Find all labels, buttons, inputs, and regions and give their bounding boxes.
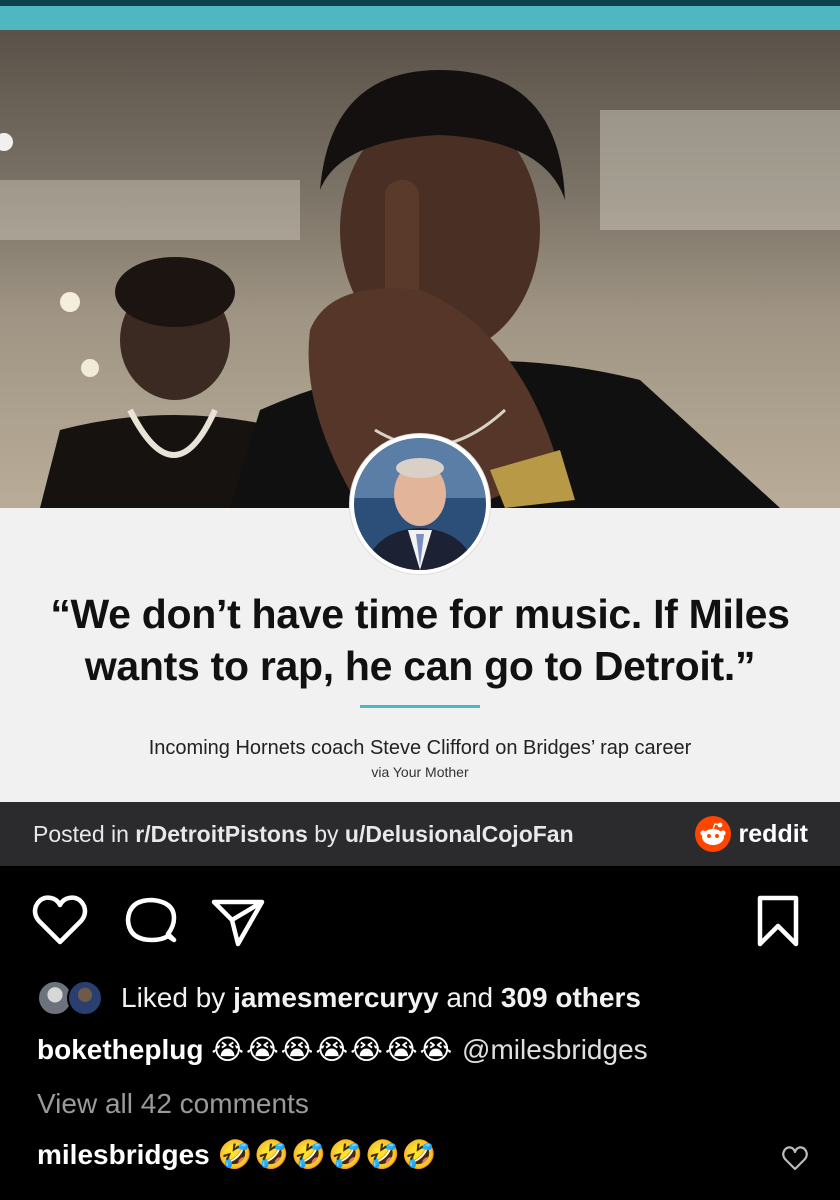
reddit-wordmark: reddit [738,819,808,848]
quote-divider [360,705,480,708]
likes-prefix: Liked by [121,982,234,1013]
paper-plane-icon[interactable] [208,890,268,950]
reddit-snoo-icon [694,816,731,852]
caption-emojis: 😭😭😭😭😭😭😭 [211,1034,455,1065]
post-actions [0,890,840,954]
quote-text: “We don’t have time for music. If Miles … [50,591,790,689]
reddit-logo: reddit [694,816,808,852]
likes-middle: and [438,982,501,1013]
quote-source: via Your Mother [371,764,469,780]
comment-bubble-icon[interactable] [120,890,180,950]
reddit-username: u/DelusionalCojoFan [344,820,574,847]
comment-emojis: 🤣🤣🤣🤣🤣🤣 [217,1139,439,1170]
coach-avatar [350,434,490,574]
likes-text: Liked by jamesmercuryy and 309 others [121,982,641,1014]
top-accent-bar [0,0,840,30]
view-all-comments-link[interactable]: View all 42 comments [37,1088,309,1120]
likes-summary[interactable]: Liked by jamesmercuryy and 309 others [37,978,641,1018]
bookmark-icon[interactable] [748,890,808,950]
comment-like-heart-icon[interactable] [780,1143,810,1173]
caption-mention[interactable]: @milesbridges [462,1034,648,1065]
reddit-source-bar: Posted in r/DetroitPistons by u/Delusion… [0,802,840,866]
liker-avatars [37,978,107,1018]
liker-username[interactable]: jamesmercuryy [233,982,438,1013]
subreddit-name: r/DetroitPistons [135,820,308,847]
quote-attribution: Incoming Hornets coach Steve Clifford on… [148,737,692,759]
posted-prefix: Posted in [33,820,136,847]
coach-portrait [354,438,486,570]
comment-row: milesbridges 🤣🤣🤣🤣🤣🤣 [37,1138,439,1171]
liker-avatar-2 [67,980,103,1016]
likes-others-count[interactable]: 309 others [501,982,641,1013]
comment-username[interactable]: milesbridges [37,1139,210,1170]
caption-comment: boketheplug 😭😭😭😭😭😭😭 @milesbridges [37,1033,648,1066]
heart-icon[interactable] [30,890,90,950]
posted-by: by [307,820,345,847]
caption-username[interactable]: boketheplug [37,1034,203,1065]
posted-in-text: Posted in r/DetroitPistons by u/Delusion… [33,821,574,848]
